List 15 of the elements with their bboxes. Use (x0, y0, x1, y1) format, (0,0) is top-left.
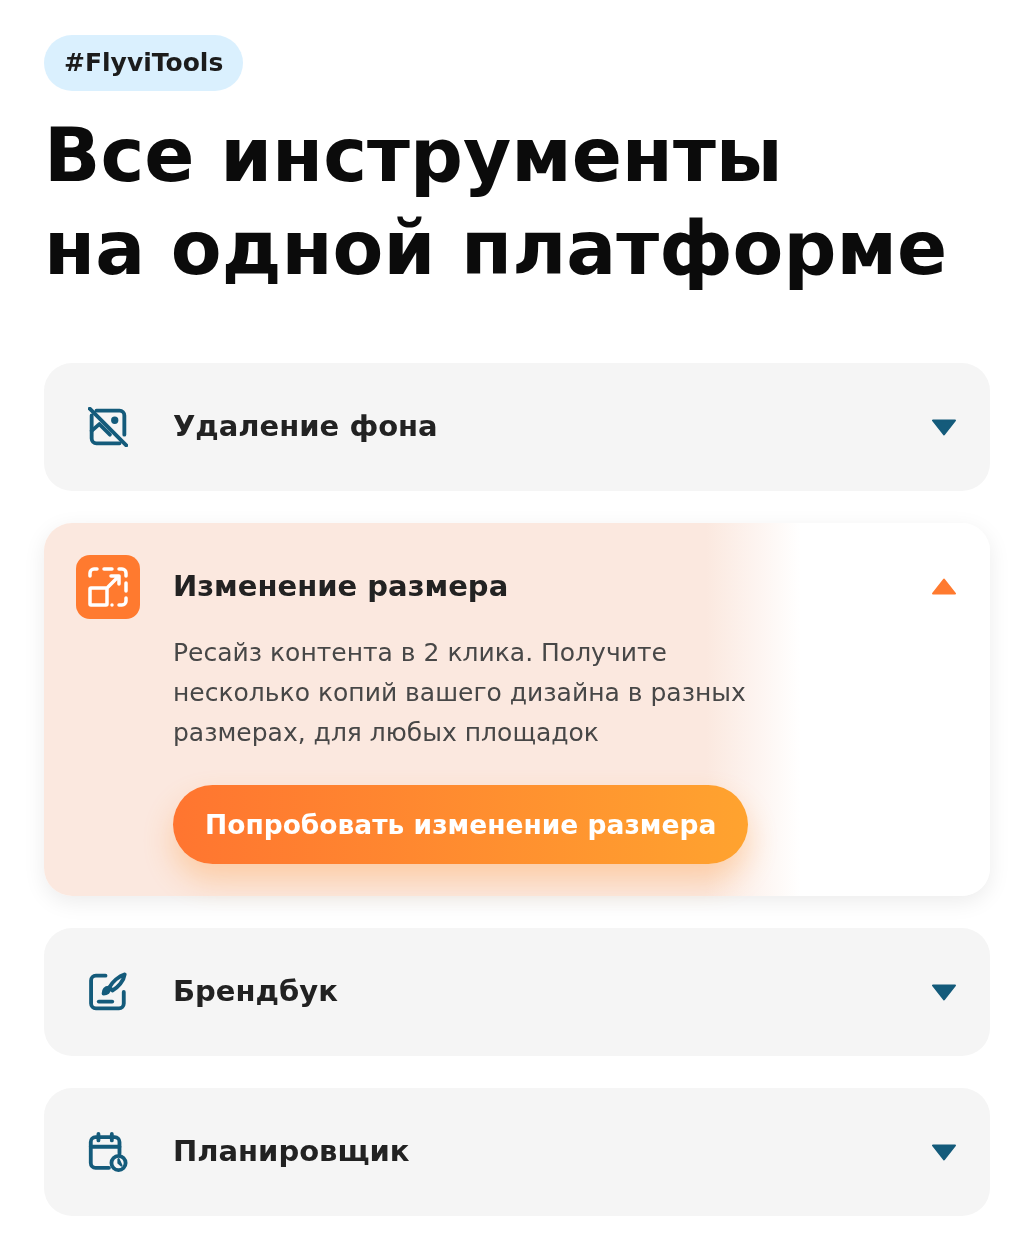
accordion-title[interactable]: Планировщик (173, 1130, 932, 1174)
hashtag-badge: #FlyviTools (44, 35, 244, 91)
pen-document-icon (88, 972, 128, 1012)
accordion-title[interactable]: Изменение размера (173, 565, 932, 609)
caret-up-icon[interactable] (932, 578, 956, 596)
page-heading: Все инструменты на одной платформе (44, 111, 949, 293)
caret-down-icon[interactable] (932, 983, 956, 1001)
image-off-icon (88, 407, 128, 447)
caret-down-icon[interactable] (932, 418, 956, 436)
accordion-title[interactable]: Удаление фона (173, 405, 932, 449)
resize-icon (76, 555, 140, 619)
calendar-clock-icon (88, 1132, 128, 1172)
caret-down-icon[interactable] (932, 1143, 956, 1161)
tool-description: Ресайз контента в 2 клика. Получите несколько копий вашего дизайна в разных размерах, для любых площадок (173, 637, 747, 749)
accordion-title[interactable]: Брендбук (173, 970, 932, 1014)
